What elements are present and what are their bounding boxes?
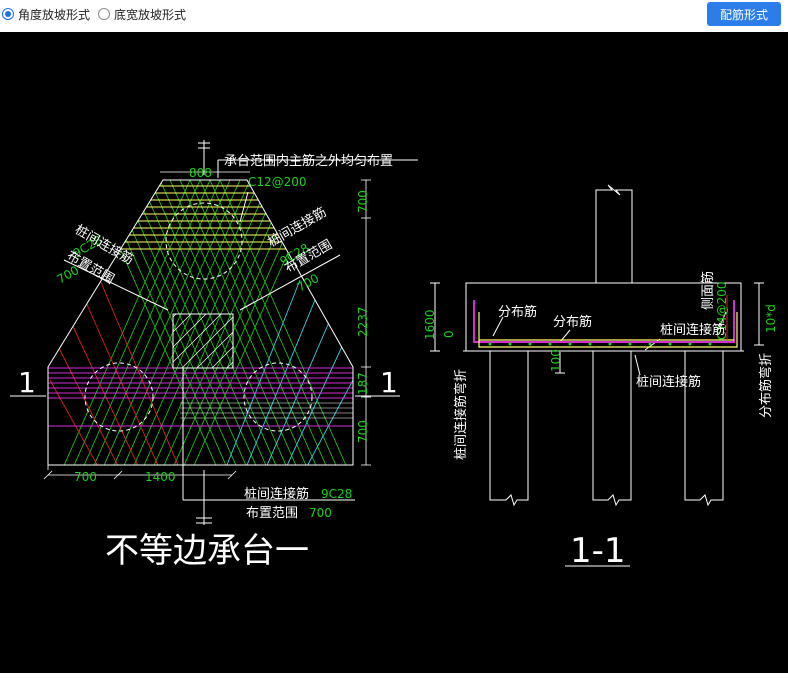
sec-10d: 10*d <box>764 304 778 333</box>
width-slope-option[interactable]: 底宽放坡形式 <box>98 6 186 22</box>
right-range-val: 700 <box>295 271 322 295</box>
section-mark-left: 1 <box>18 366 36 399</box>
main-note: 承台范围内主筋之外均匀布置 <box>224 153 393 169</box>
bottom-range-val: 700 <box>309 506 332 520</box>
radio-selected-icon[interactable] <box>2 8 14 20</box>
radio-unselected-icon[interactable] <box>98 8 110 20</box>
dim-700-top: 700 <box>356 190 370 213</box>
sec-conn-bottom: 桩间连接筋 <box>636 374 701 390</box>
sec-dist2: 分布筋 <box>553 314 592 330</box>
toolbar: 角度放坡形式 底宽放坡形式 配筋形式 <box>0 0 788 32</box>
angle-slope-label: 角度放坡形式 <box>18 7 91 22</box>
section-rebar <box>473 295 738 348</box>
sec-bend-right: 分布筋弯折 <box>758 353 774 418</box>
left-title: 不等边承台一 <box>105 531 309 571</box>
drawing-canvas: 808 C12@200 700 1400 9C28 700 700 2237 1… <box>0 32 788 673</box>
sec-dim-100: 100 <box>549 349 563 372</box>
bottom-conn-spec: 9C28 <box>321 487 352 501</box>
right-title: 1-1 <box>570 531 626 571</box>
sec-bend-left: 桩间连接筋弯折 <box>453 369 469 460</box>
sec-conn-right: 桩间连接筋 <box>660 322 725 338</box>
dim-187: 187 <box>356 372 370 395</box>
sec-dist1: 分布筋 <box>498 304 537 320</box>
width-slope-label: 底宽放坡形式 <box>114 7 187 22</box>
dim-808: 808 <box>189 166 212 180</box>
rebar-form-button[interactable]: 配筋形式 <box>707 2 781 26</box>
cad-drawing: 808 C12@200 700 1400 9C28 700 700 2237 1… <box>10 140 778 571</box>
dim-700-left: 700 <box>74 470 97 484</box>
bottom-range: 布置范围 <box>246 506 298 521</box>
dim-1400: 1400 <box>145 470 176 484</box>
dim-2237: 2237 <box>356 306 370 337</box>
angle-slope-option[interactable]: 角度放坡形式 <box>2 6 90 22</box>
sec-side: 侧面筋 <box>700 271 716 310</box>
c12-label: C12@200 <box>248 175 307 189</box>
sec-dim-0: 0 <box>442 330 456 338</box>
plan-white-labels: 承台范围内主筋之外均匀布置 桩间连接筋 布置范围 桩间连接筋 布置范围 桩间连接… <box>18 153 398 571</box>
bottom-conn: 桩间连接筋 <box>244 486 309 502</box>
dim-700-bottom: 700 <box>356 420 370 443</box>
section-mark-right: 1 <box>380 366 398 399</box>
section-outline <box>430 184 764 567</box>
sec-dim-1600: 1600 <box>423 309 437 340</box>
